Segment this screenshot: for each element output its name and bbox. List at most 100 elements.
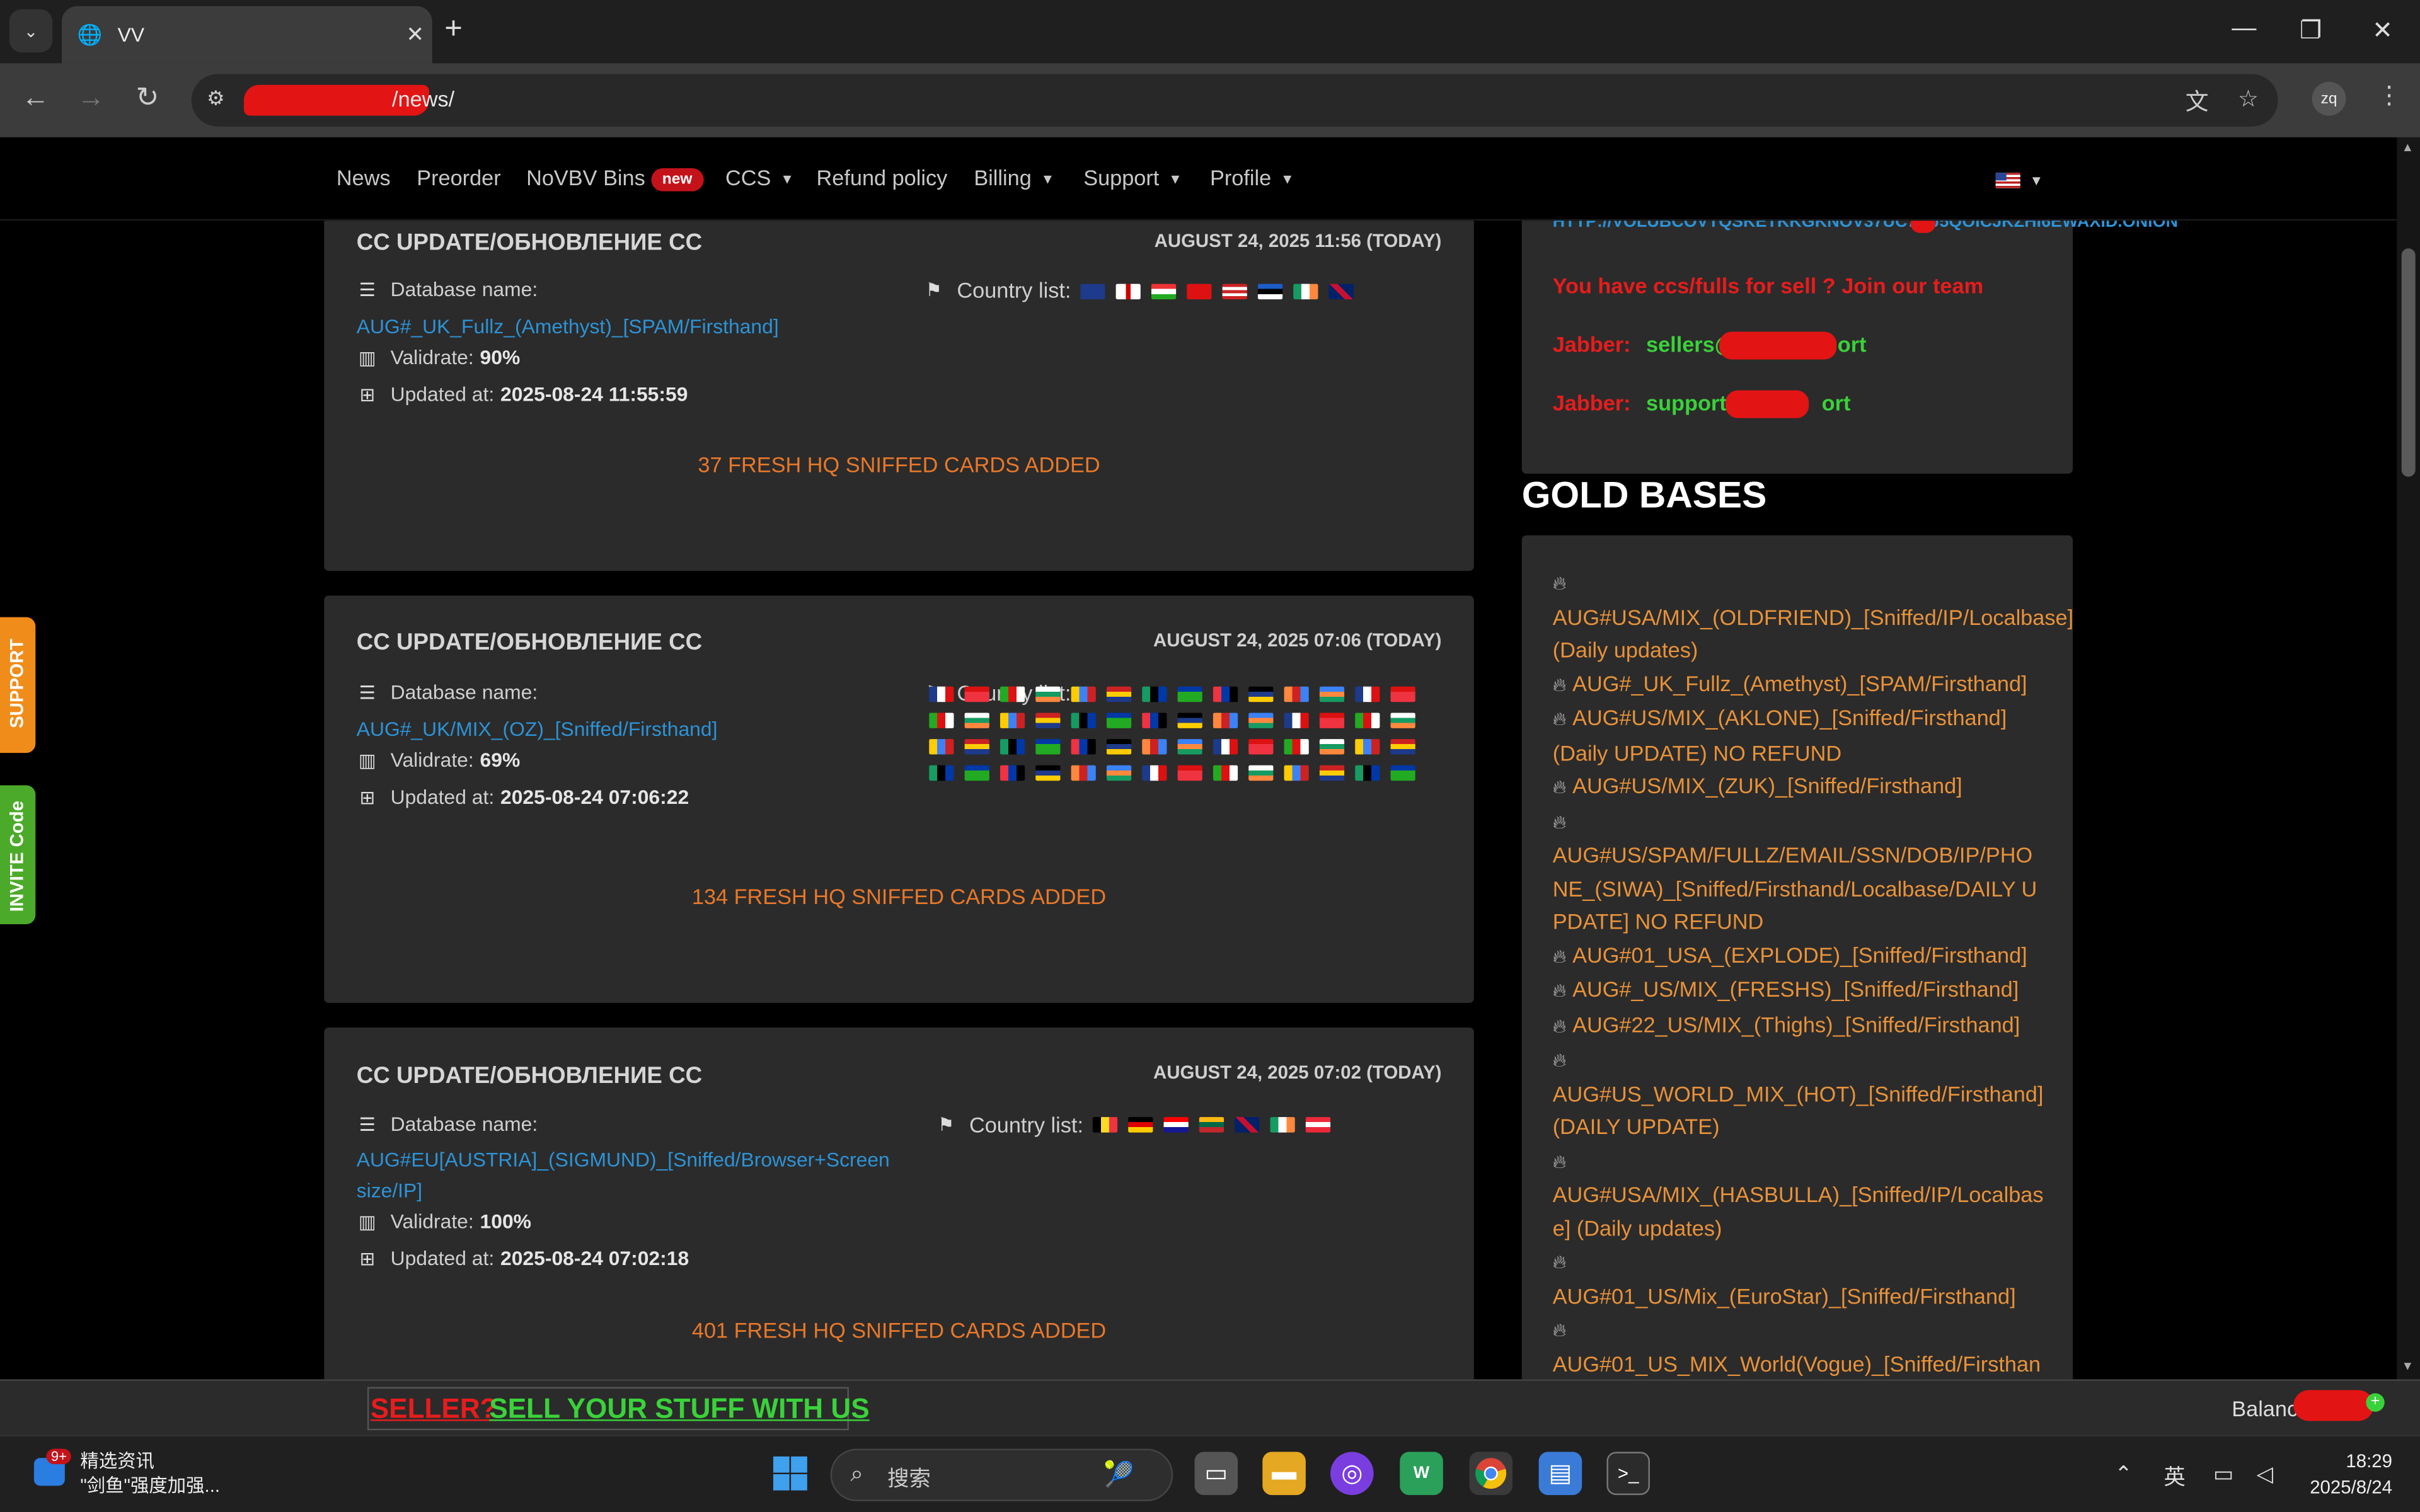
country-flag-icon — [1355, 686, 1380, 702]
new-tab-icon[interactable]: + — [444, 13, 463, 48]
list-item[interactable]: 🔥︎ AUG#USA/MIX_(OLDFRIEND)_[Sniffed/IP/Lo… — [1553, 566, 2073, 667]
list-item[interactable]: 🔥︎ AUG#US/SPAM/FULLZ/EMAIL/SSN/DOB/IP/PHO… — [1553, 805, 2044, 939]
nav-novbv-bins[interactable]: NoVBV Bins new — [526, 165, 703, 192]
nav-refund-policy[interactable]: Refund policy — [817, 165, 948, 190]
fire-icon: 🔥︎ — [1552, 945, 1567, 967]
forward-icon[interactable]: → — [77, 82, 105, 114]
country-flags — [929, 686, 1438, 781]
fresh-cards-text: 134 FRESH HQ SNIFFED CARDS ADDED — [691, 884, 1107, 909]
invite-code-side-tab[interactable]: INVITE Code — [0, 785, 36, 924]
gold-item-text: AUG#USA/MIX_(OLDFRIEND)_[Sniffed/IP/Loca… — [1552, 604, 2073, 662]
country-flag-icon — [1390, 686, 1415, 702]
nav-ccs-label: CCS — [725, 165, 771, 190]
validrate-value: 69% — [480, 748, 521, 772]
profile-avatar[interactable]: zq — [2312, 81, 2346, 116]
add-balance-icon[interactable]: + — [2366, 1393, 2385, 1412]
window-close-icon[interactable]: ✕ — [2372, 15, 2393, 46]
tor-browser-icon[interactable]: ◎ — [1330, 1452, 1374, 1496]
country-flag-icon — [1000, 686, 1025, 702]
fire-icon: 🔥︎ — [1552, 776, 1567, 798]
flag-icon: ⚑ — [925, 279, 942, 301]
file-explorer-icon[interactable]: ▬ — [1262, 1452, 1306, 1496]
scrollbar-thumb[interactable] — [2401, 248, 2416, 477]
list-item[interactable]: 🔥︎ AUG#_US/MIX_(FRESHS)_[Sniffed/Firsthan… — [1553, 973, 2044, 1008]
clock-date: 2025/8/24 — [2310, 1476, 2392, 1498]
language-selector[interactable]: ▼ — [1995, 168, 2043, 190]
country-flag-icon — [964, 713, 989, 728]
nav-billing[interactable]: Billing ▼ — [974, 165, 1054, 190]
country-flag-icon — [1355, 713, 1380, 728]
news-widget[interactable]: 精选资讯 "剑鱼"强度加强... — [80, 1449, 220, 1498]
db-name-link[interactable]: AUG#_UK_Fullz_(Amethyst)_[SPAM/Firsthand… — [357, 312, 913, 343]
list-item[interactable]: 🔥︎ AUG#_UK_Fullz_(Amethyst)_[SPAM/Firstha… — [1553, 667, 2044, 702]
db-label-row: ☰ Database name: — [357, 680, 538, 704]
country-flag-icon — [1213, 765, 1238, 781]
list-item[interactable]: 🔥︎ AUG#US_WORLD_MIX_(HOT)_[Sniffed/Firsth… — [1553, 1043, 2044, 1144]
country-flag-icon — [1071, 765, 1096, 781]
restore-icon[interactable]: ❐ — [2300, 15, 2322, 46]
country-flag-icon — [1151, 284, 1177, 300]
jabber-suffix: ort — [1821, 390, 1851, 415]
nav-profile[interactable]: Profile ▼ — [1210, 165, 1294, 190]
nav-support[interactable]: Support ▼ — [1083, 165, 1182, 190]
gold-item-text: AUG#01_USA_(EXPLODE)_[Sniffed/Firsthand] — [1572, 942, 2027, 967]
nav-ccs[interactable]: CCS ▼ — [725, 165, 794, 190]
reload-icon[interactable]: ↻ — [136, 82, 159, 114]
db-name-link[interactable]: AUG#EU[AUSTRIA]_(SIGMUND)_[Sniffed/Brows… — [357, 1145, 913, 1206]
chrome-icon[interactable] — [1469, 1452, 1513, 1496]
tab-close-icon[interactable]: ✕ — [398, 21, 432, 48]
list-item[interactable]: 🔥︎ AUG#01_US_MIX_World(Vogue)_[Sniffed/Fi… — [1553, 1313, 2044, 1379]
country-flag-icon — [1248, 765, 1274, 781]
seller-cta-link[interactable]: SELL YOUR STUFF WITH US — [489, 1393, 869, 1425]
country-flag-icon — [929, 765, 954, 781]
news-title: 精选资讯 — [80, 1450, 154, 1472]
minimize-icon[interactable]: — — [2232, 15, 2256, 43]
list-item[interactable]: 🔥︎ AUG#01_USA_(EXPLODE)_[Sniffed/Firsthan… — [1553, 939, 2044, 973]
list-item[interactable]: 🔥︎ AUG#USA/MIX_(HASBULLA)_[Sniffed/IP/Loc… — [1553, 1144, 2044, 1245]
windows-start-icon[interactable] — [769, 1452, 812, 1496]
country-flag-icon — [929, 739, 954, 755]
db-name-link[interactable]: AUG#_UK/MIX_(OZ)_[Sniffed/Firsthand] — [357, 714, 913, 745]
browser-tab[interactable]: 🌐 VV ✕ — [61, 6, 432, 64]
country-label: Country list: — [969, 1112, 1084, 1137]
task-view-icon[interactable]: ▭ — [1194, 1452, 1238, 1496]
scroll-up-icon[interactable]: ▲ — [2402, 140, 2414, 154]
terminal-icon[interactable]: >_ — [1606, 1452, 1650, 1496]
list-item[interactable]: 🔥︎ AUG#01_US/Mix_(EuroStar)_[Sniffed/Firs… — [1553, 1245, 2044, 1313]
nav-preorder[interactable]: Preorder — [417, 165, 500, 190]
address-bar[interactable]: ⚙ /news/ 文 ☆ — [191, 74, 2278, 127]
bookmark-star-icon[interactable]: ☆ — [2238, 85, 2259, 113]
nav-novbv-label: NoVBV Bins — [526, 165, 645, 190]
network-icon[interactable]: ▭ — [2213, 1461, 2233, 1487]
list-item[interactable]: 🔥︎ AUG#US/MIX_(ZUK)_[Sniffed/Firsthand] — [1553, 770, 2044, 805]
notepad-icon[interactable]: ▤ — [1538, 1452, 1582, 1496]
support-side-tab[interactable]: SUPPORT — [0, 617, 36, 753]
country-flag-icon — [1213, 713, 1238, 728]
translate-icon[interactable]: 文 — [2186, 85, 2209, 117]
country-flag-icon — [1071, 686, 1096, 702]
scroll-down-icon[interactable]: ▼ — [2402, 1360, 2414, 1373]
nav-news[interactable]: News — [337, 165, 391, 190]
tab-search-button[interactable]: ⌄ — [9, 9, 53, 53]
tennis-icon: 🎾 — [1103, 1462, 1134, 1489]
gold-item-text: AUG#22_US/MIX_(Thighs)_[Sniffed/Firsthan… — [1572, 1011, 2020, 1036]
list-item[interactable]: 🔥︎ AUG#US/MIX_(AKLONE)_[Sniffed/Firsthand… — [1553, 702, 2044, 770]
ime-indicator[interactable]: 英 — [2164, 1461, 2185, 1492]
taskbar-search[interactable]: ⌕ 搜索 🎾 — [830, 1448, 1173, 1501]
work-app-icon[interactable]: W — [1400, 1452, 1443, 1496]
page-scrollbar[interactable]: ▲ ▼ — [2397, 137, 2420, 1380]
country-flag-icon — [1390, 739, 1415, 755]
back-icon[interactable]: ← — [21, 82, 49, 114]
list-item[interactable]: 🔥︎ AUG#22_US/MIX_(Thighs)_[Sniffed/Firsth… — [1553, 1008, 2044, 1043]
system-clock[interactable]: 18:29 2025/8/24 — [2300, 1449, 2392, 1501]
country-flag-icon — [1128, 1117, 1153, 1133]
chart-icon: ▥ — [358, 1210, 376, 1232]
site-info-icon[interactable]: ⚙ — [207, 86, 225, 111]
volume-icon[interactable]: ◁ — [2256, 1461, 2273, 1487]
tab-title: VV — [117, 23, 145, 47]
tray-overflow-icon[interactable]: ⌃ — [2114, 1461, 2133, 1487]
more-menu-icon[interactable]: ⋮ — [2377, 80, 2401, 111]
country-flag-icon — [1106, 739, 1132, 755]
join-team-text: You have ccs/fulls for sell ? Join our t… — [1552, 273, 1984, 298]
seller-question[interactable]: SELLER? — [371, 1393, 497, 1425]
